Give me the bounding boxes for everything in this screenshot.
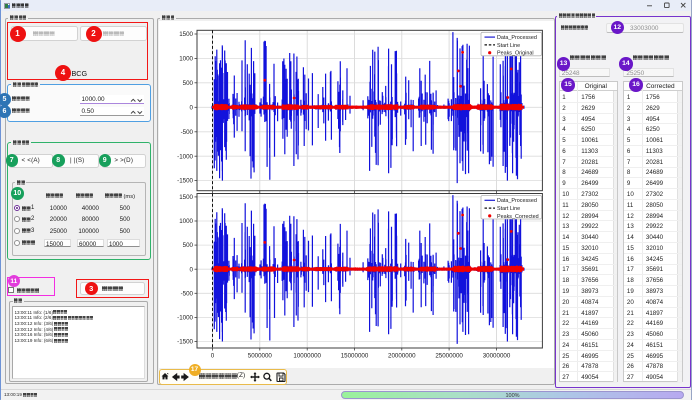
svg-text:30000000: 30000000	[483, 353, 511, 360]
svg-text:15000000: 15000000	[341, 353, 369, 360]
svg-text:0: 0	[190, 104, 194, 111]
svg-text:5000000: 5000000	[248, 353, 273, 360]
svg-text:-1500: -1500	[177, 339, 193, 346]
svg-text:-500: -500	[181, 290, 194, 297]
svg-text:10000000: 10000000	[293, 353, 321, 360]
svg-text:Start Line: Start Line	[497, 43, 520, 49]
svg-text:25000000: 25000000	[435, 353, 463, 360]
svg-text:Data_Processed: Data_Processed	[497, 198, 537, 204]
svg-text:1000: 1000	[179, 56, 193, 63]
svg-text:0: 0	[211, 353, 215, 360]
svg-text:-1500: -1500	[177, 178, 193, 185]
svg-text:-1000: -1000	[177, 153, 193, 160]
svg-text:0: 0	[190, 266, 194, 273]
svg-text:-1000: -1000	[177, 315, 193, 322]
svg-text:-500: -500	[181, 129, 194, 136]
svg-text:Data_Processed: Data_Processed	[497, 35, 537, 41]
svg-text:Start Line: Start Line	[497, 206, 520, 212]
svg-text:Peaks_Corrected: Peaks_Corrected	[497, 214, 539, 220]
svg-text:500: 500	[183, 80, 194, 87]
svg-text:1500: 1500	[179, 31, 193, 38]
svg-text:500: 500	[183, 242, 194, 249]
svg-text:1500: 1500	[179, 194, 193, 201]
svg-text:Peaks_Original: Peaks_Original	[497, 51, 534, 57]
svg-text:1000: 1000	[179, 218, 193, 225]
svg-text:20000000: 20000000	[388, 353, 416, 360]
